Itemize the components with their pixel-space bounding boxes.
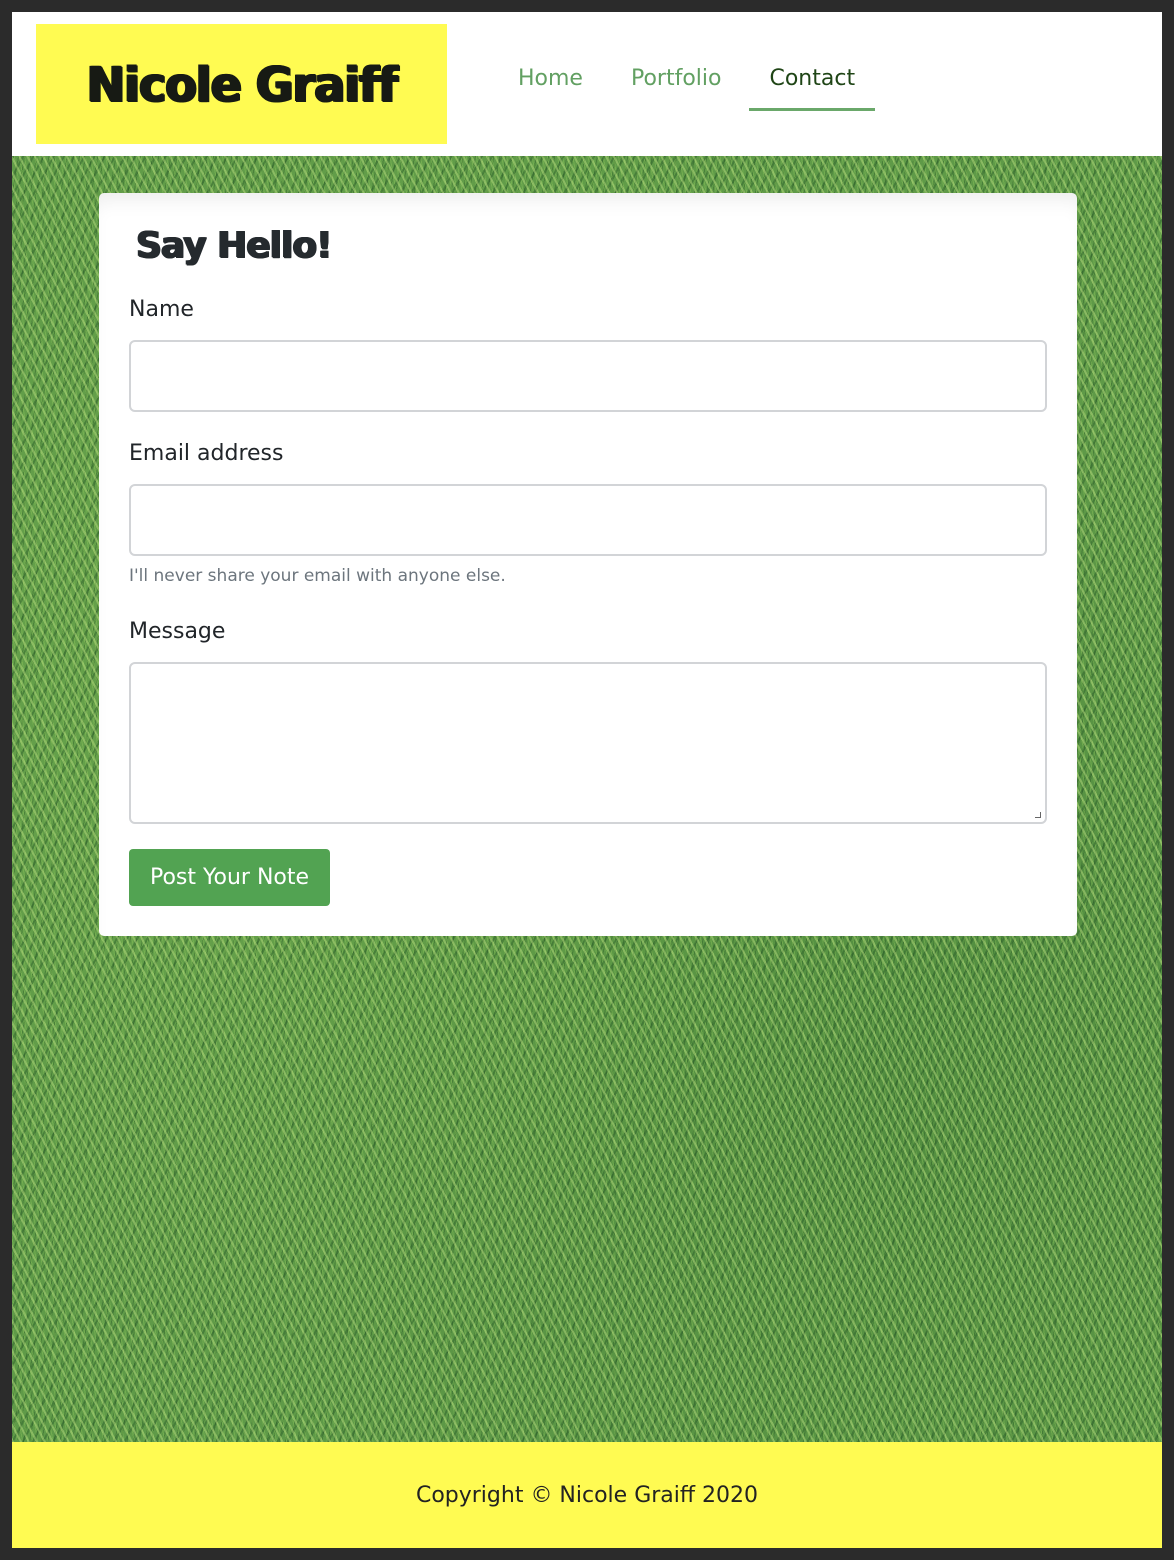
message-field[interactable]	[129, 662, 1047, 824]
post-note-button[interactable]: Post Your Note	[129, 849, 330, 906]
email-label: Email address	[129, 441, 284, 466]
site-header: Nicole Graiff Home Portfolio Contact	[12, 12, 1162, 156]
resize-handle-icon[interactable]	[1035, 812, 1041, 818]
message-label: Message	[129, 619, 226, 644]
nav-link-contact[interactable]: Contact	[749, 52, 875, 111]
nav-link-home[interactable]: Home	[498, 52, 603, 111]
email-field[interactable]	[129, 484, 1047, 556]
brand-logo[interactable]: Nicole Graiff	[36, 24, 447, 144]
brand-name: Nicole Graiff	[86, 55, 397, 113]
email-help-text: I'll never share your email with anyone …	[129, 566, 506, 586]
page-frame: Nicole Graiff Home Portfolio Contact Say…	[12, 12, 1162, 1548]
form-title: Say Hello!	[136, 225, 332, 266]
name-field[interactable]	[129, 340, 1047, 412]
nav-link-portfolio[interactable]: Portfolio	[611, 52, 742, 111]
main-nav: Home Portfolio Contact	[498, 52, 883, 111]
contact-form-card: Say Hello! Name Email address I'll never…	[99, 193, 1077, 936]
site-footer: Copyright © Nicole Graiff 2020	[12, 1442, 1162, 1548]
name-label: Name	[129, 297, 194, 322]
copyright-text: Copyright © Nicole Graiff 2020	[415, 1482, 759, 1508]
